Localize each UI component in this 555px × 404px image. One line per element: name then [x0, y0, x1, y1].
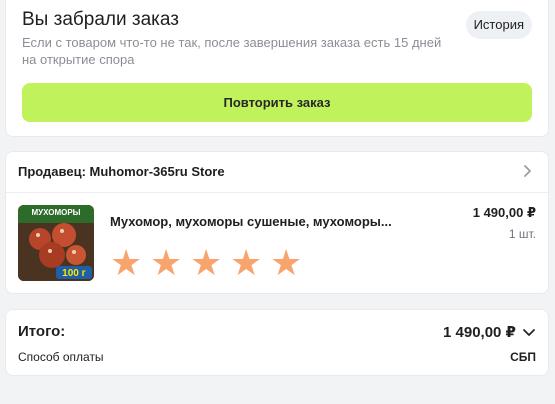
history-button[interactable]: История — [465, 11, 532, 39]
rating-stars: ★ ★ ★ ★ ★ — [110, 245, 310, 281]
payment-method-label: Способ оплаты — [18, 350, 104, 364]
repeat-order-button[interactable]: Повторить заказ — [22, 83, 532, 122]
order-status-subtitle: Если с товаром что-то не так, после заве… — [22, 35, 442, 67]
total-value: 1 490,00 ₽ — [443, 324, 516, 341]
star-icon[interactable]: ★ — [110, 245, 150, 281]
product-name[interactable]: Мухомор, мухоморы сушеные, мухоморы... — [110, 214, 392, 229]
seller-row[interactable]: Продавец: Muhomor-365ru Store — [6, 152, 548, 193]
chevron-right-icon — [524, 165, 531, 177]
product-image[interactable]: МУХОМОРЫ 100 г — [18, 205, 94, 281]
total-label: Итого: — [18, 323, 66, 340]
product-price: 1 490,00 ₽ — [472, 205, 536, 220]
star-icon[interactable]: ★ — [230, 245, 270, 281]
order-status-title: Вы забрали заказ — [22, 9, 179, 30]
product-image-brand: МУХОМОРЫ — [31, 208, 80, 217]
order-status-card: Вы забрали заказ Если с товаром что-то н… — [5, 0, 549, 137]
seller-label: Продавец: Muhomor-365ru Store — [18, 164, 225, 179]
product-quantity: 1 шт. — [508, 227, 536, 241]
chevron-down-icon[interactable] — [522, 325, 536, 339]
star-icon[interactable]: ★ — [270, 245, 310, 281]
order-summary-card[interactable]: Итого: 1 490,00 ₽ Способ оплаты СБП — [5, 309, 549, 376]
payment-method-value: СБП — [510, 350, 536, 364]
star-icon[interactable]: ★ — [190, 245, 230, 281]
seller-card: Продавец: Muhomor-365ru Store МУХОМОРЫ 1… — [5, 151, 549, 294]
product-image-weight: 100 г — [62, 268, 86, 279]
star-icon[interactable]: ★ — [150, 245, 190, 281]
